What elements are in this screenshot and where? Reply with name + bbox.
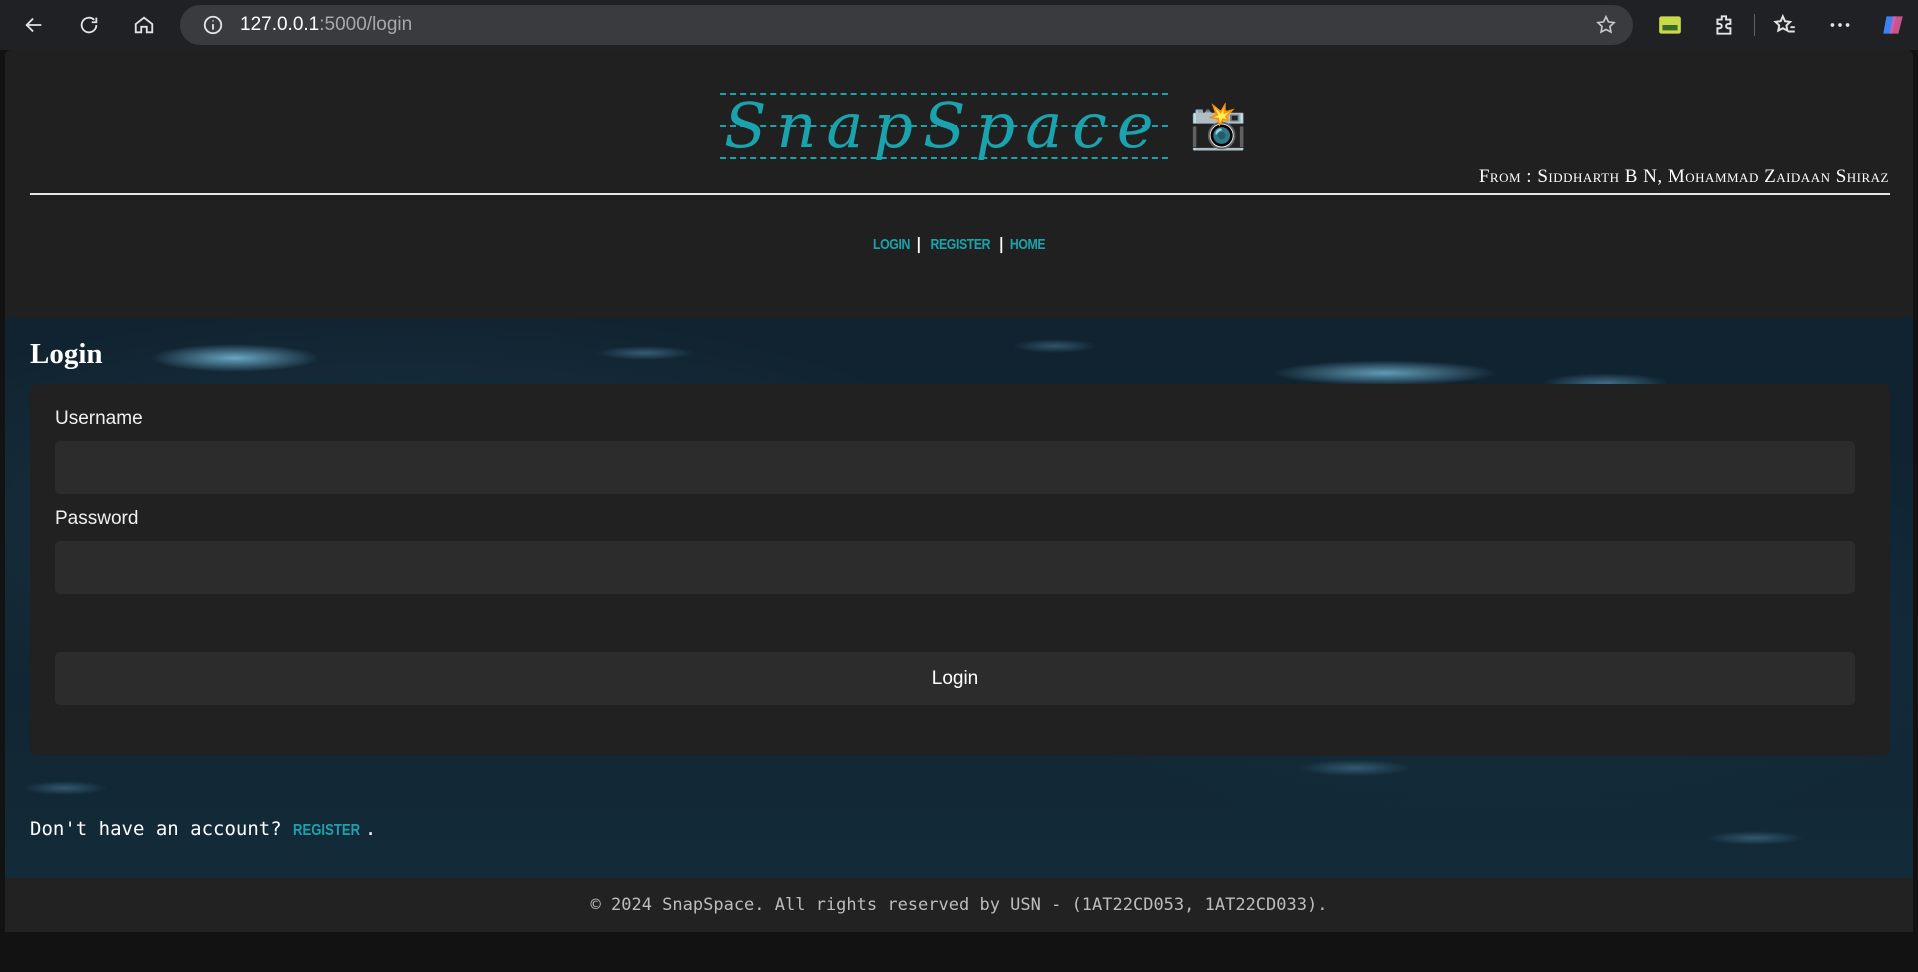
signup-suffix: . xyxy=(364,818,377,840)
nav-separator: | xyxy=(915,234,922,253)
back-icon[interactable] xyxy=(16,7,52,43)
site-header: SnapSpace 📸 From : Siddharth B N, Mohamm… xyxy=(5,50,1913,318)
username-label: Username xyxy=(55,408,143,429)
address-bar[interactable]: 127.0.0.1:5000/login xyxy=(180,5,1633,45)
nav-login-link[interactable]: LOGIN xyxy=(873,236,910,253)
browser-toolbar: 127.0.0.1:5000/login xyxy=(0,0,1918,50)
username-input[interactable] xyxy=(55,441,1855,494)
logo-text: SnapSpace xyxy=(724,88,1164,162)
password-label: Password xyxy=(55,508,139,529)
page-title: Login xyxy=(30,338,103,370)
signup-prompt-line: Don't have an account? REGISTER. xyxy=(30,818,376,840)
signup-register-link[interactable]: REGISTER xyxy=(293,822,360,840)
nav-home-link[interactable]: HOME xyxy=(1010,236,1046,253)
nav-register-link[interactable]: REGISTER xyxy=(930,236,990,253)
extensions-puzzle-icon[interactable] xyxy=(1712,12,1738,38)
nav-separator: | xyxy=(998,234,1005,253)
site-info-icon[interactable] xyxy=(202,14,224,36)
authors-credit: From : Siddharth B N, Mohammad Zaidaan S… xyxy=(1478,166,1889,187)
top-nav: LOGIN | REGISTER | HOME xyxy=(5,234,1913,253)
url-host: 127.0.0.1 xyxy=(240,14,320,35)
more-menu-icon[interactable] xyxy=(1827,12,1853,38)
favorite-star-icon[interactable] xyxy=(1595,14,1617,36)
login-section: Login Username Password Login Don't have… xyxy=(5,318,1913,878)
reload-icon[interactable] xyxy=(71,7,107,43)
extension-image-icon[interactable] xyxy=(1657,12,1683,38)
toolbar-divider xyxy=(1754,14,1755,36)
camera-icon: 📸 xyxy=(1189,98,1247,151)
favorites-icon[interactable] xyxy=(1772,12,1798,38)
url-path: :5000/login xyxy=(319,14,413,35)
site-logo[interactable]: SnapSpace 📸 xyxy=(720,80,1247,170)
password-input[interactable] xyxy=(55,541,1855,594)
header-divider xyxy=(30,193,1890,195)
home-icon[interactable] xyxy=(126,7,162,43)
site-footer: © 2024 SnapSpace. All rights reserved by… xyxy=(5,878,1913,932)
login-form: Username Password Login xyxy=(30,384,1890,756)
copilot-icon[interactable] xyxy=(1880,12,1906,38)
login-submit-button[interactable]: Login xyxy=(55,652,1855,705)
signup-prompt-text: Don't have an account? xyxy=(30,818,282,840)
page-viewport: SnapSpace 📸 From : Siddharth B N, Mohamm… xyxy=(5,50,1913,972)
